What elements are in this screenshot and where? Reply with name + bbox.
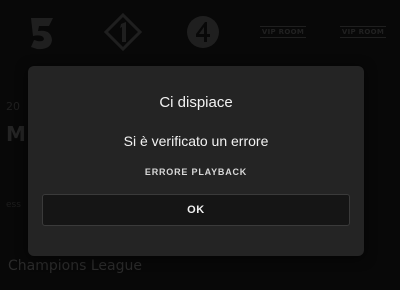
dialog-title: Ci dispiace [159,94,233,111]
ok-button[interactable]: OK [42,194,350,226]
error-dialog: Ci dispiace Si è verificato un errore ER… [28,66,364,256]
error-code: ERRORE PLAYBACK [144,167,248,177]
dialog-message: Si è verificato un errore [123,133,269,149]
player-screen: VIP ROOM VIP ROOM 20 M ess Champions Lea… [0,0,400,290]
